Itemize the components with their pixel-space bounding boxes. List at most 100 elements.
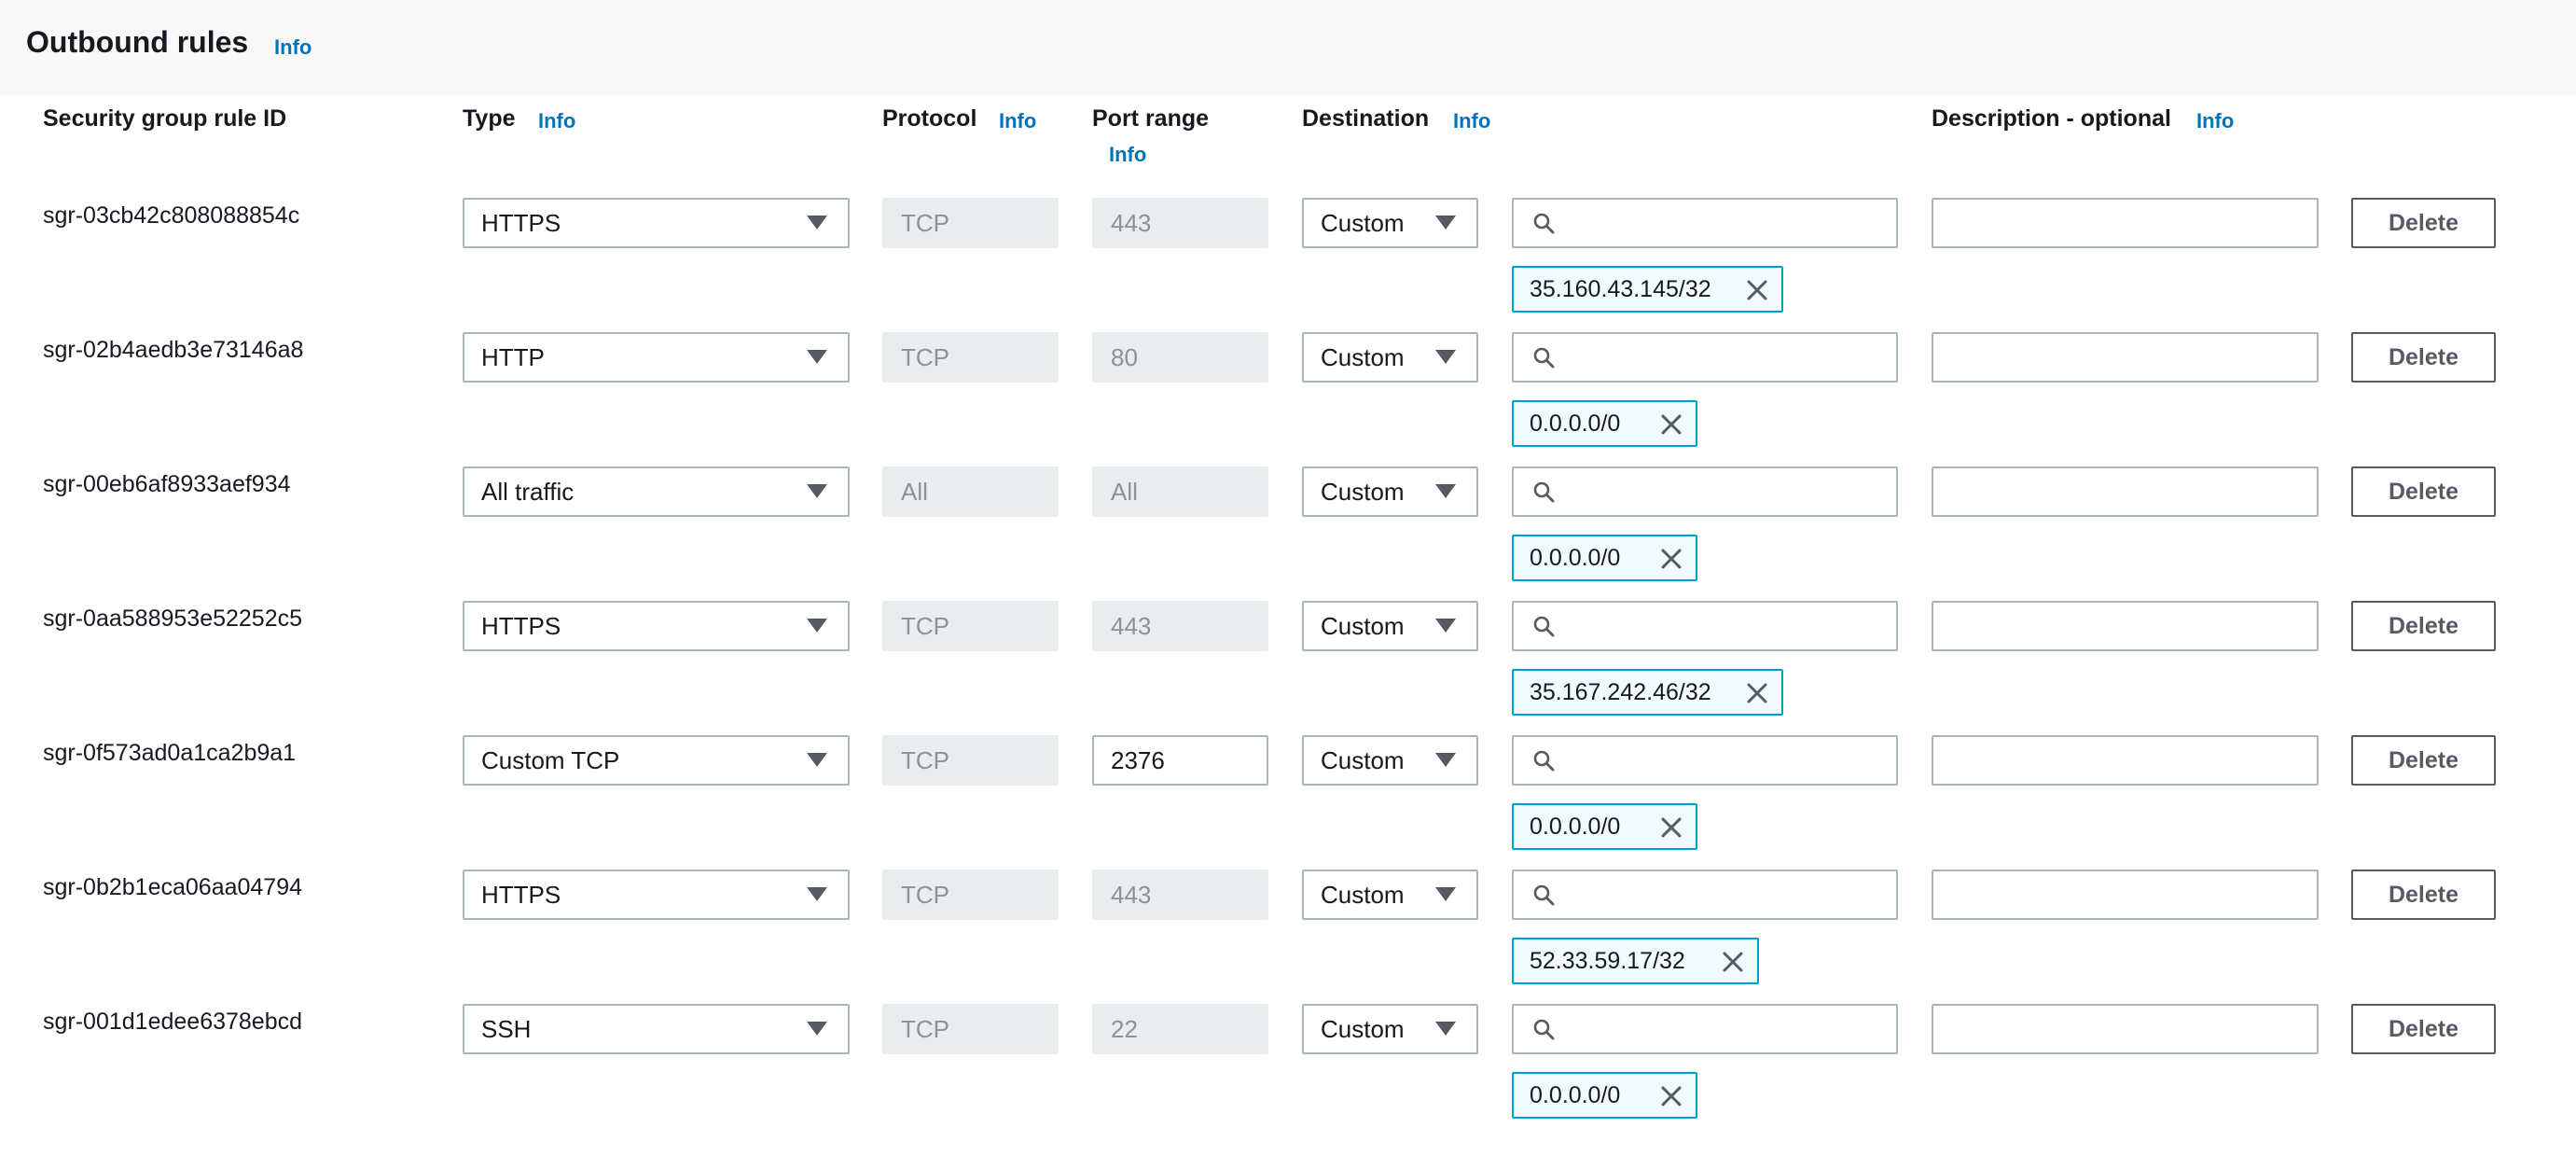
description-input[interactable] bbox=[1932, 735, 2319, 786]
destination-search-input[interactable] bbox=[1512, 198, 1898, 248]
col-head-port-range: Port range bbox=[1092, 105, 1210, 132]
description-input[interactable] bbox=[1932, 1004, 2319, 1054]
caret-down-icon bbox=[1435, 619, 1456, 633]
description-input[interactable] bbox=[1932, 601, 2319, 651]
close-icon[interactable] bbox=[1746, 279, 1768, 301]
port-range-field[interactable]: 2376 bbox=[1092, 735, 1268, 786]
delete-button-label: Delete bbox=[2388, 612, 2459, 639]
rule-id: sgr-02b4aedb3e73146a8 bbox=[43, 337, 304, 363]
description-info-link[interactable]: Info bbox=[2196, 109, 2234, 133]
destination-search-input[interactable] bbox=[1512, 735, 1898, 786]
destination-info-link[interactable]: Info bbox=[1453, 109, 1490, 133]
search-icon bbox=[1533, 616, 1555, 637]
destination-type-select[interactable]: Custom bbox=[1302, 198, 1478, 248]
type-select-value: Custom TCP bbox=[481, 745, 620, 774]
section-title: Outbound rules bbox=[26, 25, 249, 59]
port-range-field: 80 bbox=[1092, 332, 1268, 383]
close-icon[interactable] bbox=[1746, 682, 1768, 704]
rule-id: sgr-0aa588953e52252c5 bbox=[43, 605, 303, 632]
destination-type-select[interactable]: Custom bbox=[1302, 1004, 1478, 1054]
rule-id: sgr-00eb6af8933aef934 bbox=[43, 471, 291, 497]
destination-cidr-value: 35.167.242.46/32 bbox=[1530, 678, 1711, 705]
destination-cidr-value: 0.0.0.0/0 bbox=[1530, 544, 1621, 571]
type-select-value: HTTPS bbox=[481, 880, 561, 909]
delete-button[interactable]: Delete bbox=[2351, 466, 2496, 517]
col-head-protocol: Protocol bbox=[882, 105, 977, 132]
port-range-value: 22 bbox=[1111, 1014, 1138, 1043]
section-header: Outbound rules Info bbox=[0, 0, 2576, 94]
destination-cidr-token: 35.160.43.145/32 bbox=[1512, 266, 1783, 313]
protocol-field: TCP bbox=[882, 735, 1059, 786]
delete-button[interactable]: Delete bbox=[2351, 870, 2496, 920]
destination-type-select[interactable]: Custom bbox=[1302, 332, 1478, 383]
port-range-value: 443 bbox=[1111, 880, 1152, 909]
caret-down-icon bbox=[1435, 753, 1456, 767]
rule-id: sgr-001d1edee6378ebcd bbox=[43, 1009, 303, 1035]
description-input[interactable] bbox=[1932, 466, 2319, 517]
delete-button-label: Delete bbox=[2388, 1015, 2459, 1042]
search-icon bbox=[1533, 750, 1555, 772]
type-select[interactable]: Custom TCP bbox=[463, 735, 850, 786]
delete-button-label: Delete bbox=[2388, 746, 2459, 773]
caret-down-icon bbox=[807, 619, 827, 633]
port-range-field: 443 bbox=[1092, 870, 1268, 920]
col-head-description: Description - optional bbox=[1932, 105, 2171, 132]
destination-type-value: Custom bbox=[1321, 745, 1405, 774]
type-select[interactable]: All traffic bbox=[463, 466, 850, 517]
type-info-link[interactable]: Info bbox=[538, 109, 575, 133]
type-select[interactable]: HTTPS bbox=[463, 601, 850, 651]
section-info-link[interactable]: Info bbox=[274, 35, 312, 60]
destination-cidr-token: 0.0.0.0/0 bbox=[1512, 1072, 1697, 1119]
protocol-info-link[interactable]: Info bbox=[999, 109, 1036, 133]
description-input[interactable] bbox=[1932, 198, 2319, 248]
delete-button[interactable]: Delete bbox=[2351, 198, 2496, 248]
close-icon[interactable] bbox=[1722, 951, 1744, 973]
delete-button[interactable]: Delete bbox=[2351, 332, 2496, 383]
destination-type-value: Custom bbox=[1321, 611, 1405, 640]
protocol-field: TCP bbox=[882, 601, 1059, 651]
type-select-value: All traffic bbox=[481, 477, 575, 506]
port-range-value: 443 bbox=[1111, 208, 1152, 237]
destination-type-value: Custom bbox=[1321, 477, 1405, 506]
delete-button-label: Delete bbox=[2388, 478, 2459, 505]
protocol-field: TCP bbox=[882, 332, 1059, 383]
caret-down-icon bbox=[807, 1022, 827, 1036]
description-input[interactable] bbox=[1932, 870, 2319, 920]
type-select[interactable]: HTTPS bbox=[463, 198, 850, 248]
destination-cidr-value: 0.0.0.0/0 bbox=[1530, 410, 1621, 437]
caret-down-icon bbox=[1435, 887, 1456, 901]
type-select-value: SSH bbox=[481, 1014, 532, 1043]
destination-search-input[interactable] bbox=[1512, 332, 1898, 383]
description-input[interactable] bbox=[1932, 332, 2319, 383]
caret-down-icon bbox=[807, 484, 827, 498]
destination-type-select[interactable]: Custom bbox=[1302, 870, 1478, 920]
destination-cidr-value: 35.160.43.145/32 bbox=[1530, 275, 1711, 302]
delete-button[interactable]: Delete bbox=[2351, 1004, 2496, 1054]
destination-type-select[interactable]: Custom bbox=[1302, 601, 1478, 651]
destination-cidr-value: 0.0.0.0/0 bbox=[1530, 813, 1621, 840]
destination-search-input[interactable] bbox=[1512, 601, 1898, 651]
destination-search-input[interactable] bbox=[1512, 1004, 1898, 1054]
destination-type-select[interactable]: Custom bbox=[1302, 735, 1478, 786]
close-icon[interactable] bbox=[1660, 816, 1683, 839]
rule-id: sgr-0b2b1eca06aa04794 bbox=[43, 874, 303, 900]
delete-button-label: Delete bbox=[2388, 209, 2459, 236]
type-select[interactable]: SSH bbox=[463, 1004, 850, 1054]
type-select-value: HTTP bbox=[481, 342, 545, 371]
port-range-info-link[interactable]: Info bbox=[1109, 143, 1146, 167]
col-head-type: Type bbox=[463, 105, 516, 132]
close-icon[interactable] bbox=[1660, 548, 1683, 570]
destination-search-input[interactable] bbox=[1512, 870, 1898, 920]
destination-cidr-token: 0.0.0.0/0 bbox=[1512, 803, 1697, 850]
type-select[interactable]: HTTPS bbox=[463, 870, 850, 920]
type-select[interactable]: HTTP bbox=[463, 332, 850, 383]
close-icon[interactable] bbox=[1660, 1085, 1683, 1107]
destination-search-input[interactable] bbox=[1512, 466, 1898, 517]
destination-type-select[interactable]: Custom bbox=[1302, 466, 1478, 517]
port-range-field: 22 bbox=[1092, 1004, 1268, 1054]
close-icon[interactable] bbox=[1660, 413, 1683, 436]
delete-button[interactable]: Delete bbox=[2351, 601, 2496, 651]
delete-button[interactable]: Delete bbox=[2351, 735, 2496, 786]
protocol-value: All bbox=[901, 477, 928, 506]
delete-button-label: Delete bbox=[2388, 343, 2459, 370]
